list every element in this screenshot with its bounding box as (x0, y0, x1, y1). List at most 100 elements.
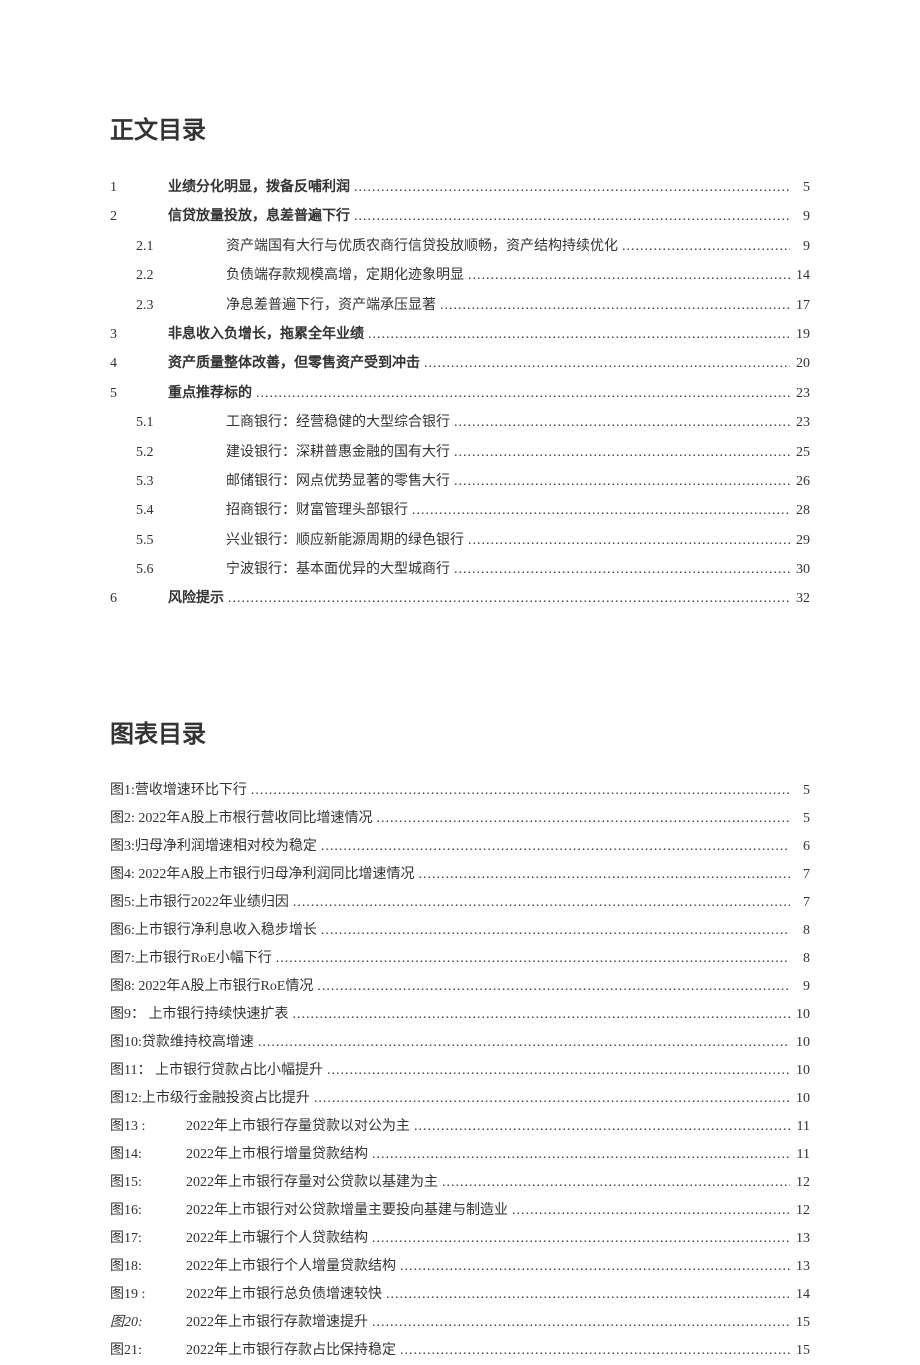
toc-entry: 5.6宁波银行：基本面优异的大型城商行.....................… (110, 555, 810, 584)
toc-leader-dots: ........................................… (464, 526, 790, 555)
toc-page-number: 23 (790, 408, 810, 437)
figure-leader-dots: ........................................… (396, 1253, 790, 1281)
figure-leader-dots: ........................................… (368, 1141, 790, 1169)
toc-number: 2.1 (110, 232, 168, 261)
toc-number: 5.1 (110, 408, 168, 437)
figure-entry: 图6:上市银行净利息收入稳步增长........................… (110, 917, 810, 945)
figure-number: 图17: (110, 1225, 172, 1253)
figure-page-number: 11 (790, 1141, 810, 1169)
toc-page-number: 9 (790, 202, 810, 231)
figure-leader-dots: ........................................… (415, 861, 791, 889)
toc-title: 建设银行：深耕普惠金融的国有大行 (226, 438, 450, 467)
figure-number: 图21: (110, 1337, 172, 1365)
toc-number: 5.2 (110, 438, 168, 467)
toc-page-number: 20 (790, 349, 810, 378)
figure-entry: 图9： 上市银行持续快速扩表..........................… (110, 1001, 810, 1029)
figure-entry: 图10:贷款维持校高增速............................… (110, 1029, 810, 1057)
figure-entry: 图2: 2022年A股上市根行营收同比增速情况.................… (110, 805, 810, 833)
figure-leader-dots: ........................................… (310, 1085, 790, 1113)
toc-entry: 2.3净息差普遍下行，资产端承压显著......................… (110, 291, 810, 320)
figure-leader-dots: ........................................… (382, 1281, 790, 1309)
toc-number: 5.4 (110, 496, 168, 525)
figure-title: 图1:营收增速环比下行 (110, 777, 247, 805)
toc-leader-dots: ........................................… (408, 496, 790, 525)
figure-leader-dots: ........................................… (323, 1057, 790, 1085)
figure-leader-dots: ........................................… (373, 805, 791, 833)
figure-entry: 图14:2022年上市根行增量贷款结构.....................… (110, 1141, 810, 1169)
figure-leader-dots: ........................................… (410, 1113, 790, 1141)
figure-entry: 图17:2022年上市辗行个人贷款结构.....................… (110, 1225, 810, 1253)
figure-number: 图16: (110, 1197, 172, 1225)
toc-leader-dots: ........................................… (450, 408, 790, 437)
figure-number: 图14: (110, 1141, 172, 1169)
figure-page-number: 15 (790, 1309, 810, 1337)
figure-entry: 图4: 2022年A股上市银行归母净利润同比增速情况..............… (110, 861, 810, 889)
figure-leader-dots: ........................................… (289, 1001, 791, 1029)
toc-title: 业绩分化明显，拨备反哺利润 (168, 173, 350, 202)
toc-title: 工商银行：经营稳健的大型综合银行 (226, 408, 450, 437)
figure-title: 图10:贷款维持校高增速 (110, 1029, 254, 1057)
figure-entry: 图3:归母净利润增速相对校为稳定........................… (110, 833, 810, 861)
figure-page-number: 15 (790, 1337, 810, 1365)
toc-page-number: 9 (790, 232, 810, 261)
figure-entry: 图15:2022年上市银行存量对公贷款以基建为主................… (110, 1169, 810, 1197)
figure-page-number: 11 (790, 1113, 810, 1141)
figure-title: 2022年上市银行个人增量贷款结构 (186, 1253, 396, 1281)
toc-leader-dots: ........................................… (252, 379, 790, 408)
toc-entry: 4资产质量整体改善，但零售资产受到冲击.....................… (110, 349, 810, 378)
figure-title: 2022年上市辗行个人贷款结构 (186, 1225, 368, 1253)
figure-page-number: 7 (790, 889, 810, 917)
toc-leader-dots: ........................................… (450, 555, 790, 584)
figure-title: 图7:上市银行RoE小幅下行 (110, 945, 272, 973)
toc-number: 2.2 (110, 261, 168, 290)
toc-leader-dots: ........................................… (618, 232, 790, 261)
figure-page-number: 5 (790, 777, 810, 805)
toc-title: 兴业银行：顺应新能源周期的绿色银行 (226, 526, 464, 555)
toc-number: 4 (110, 349, 168, 378)
toc-title: 资产端国有大行与优质农商行信贷投放顺畅，资产结构持续优化 (226, 232, 618, 261)
toc-entry: 2.2负债端存款规模高增，定期化迹象明显....................… (110, 261, 810, 290)
toc-page-number: 29 (790, 526, 810, 555)
figure-entry: 图8: 2022年A股上市银行RoE情况....................… (110, 973, 810, 1001)
toc-page-number: 28 (790, 496, 810, 525)
toc-title: 负债端存款规模高增，定期化迹象明显 (226, 261, 464, 290)
toc-page-number: 32 (790, 584, 810, 613)
toc-number: 6 (110, 584, 168, 613)
figure-entry: 图19 : 2022年上市银行总负债增速较快...................… (110, 1281, 810, 1309)
toc-entry: 5重点推荐标的.................................… (110, 379, 810, 408)
toc-number: 5.6 (110, 555, 168, 584)
figure-entry: 图13 :2022年上市银行存量贷款以对公为主.................… (110, 1113, 810, 1141)
toc-number: 5.5 (110, 526, 168, 555)
toc-page-number: 5 (790, 173, 810, 202)
toc-number: 3 (110, 320, 168, 349)
toc-number: 2.3 (110, 291, 168, 320)
toc-leader-dots: ........................................… (350, 202, 790, 231)
figure-entry: 图7:上市银行RoE小幅下行..........................… (110, 945, 810, 973)
toc-number: 2 (110, 202, 168, 231)
toc-number: 5 (110, 379, 168, 408)
figure-number: 图19 : (110, 1281, 172, 1309)
toc-page-number: 17 (790, 291, 810, 320)
figure-entry: 图16:2022年上市银行对公贷款增量主要投向基建与制造业...........… (110, 1197, 810, 1225)
figure-title: 2022年上市银行总负债增速较快 (186, 1281, 382, 1309)
toc-title: 资产质量整体改善，但零售资产受到冲击 (168, 349, 420, 378)
toc-page-number: 14 (790, 261, 810, 290)
figure-leader-dots: ........................................… (254, 1029, 790, 1057)
toc-leader-dots: ........................................… (350, 173, 790, 202)
toc-page-number: 23 (790, 379, 810, 408)
figure-title: 2022年上市银行存款占比保持稳定 (186, 1337, 396, 1365)
figures-heading: 图表目录 (110, 714, 810, 749)
toc-title: 信贷放量投放，息差普遍下行 (168, 202, 350, 231)
figure-entry: 图1:营收增速环比下行.............................… (110, 777, 810, 805)
figure-page-number: 10 (790, 1057, 810, 1085)
figure-page-number: 8 (790, 917, 810, 945)
figure-leader-dots: ........................................… (317, 833, 790, 861)
contents-heading: 正文目录 (110, 110, 810, 145)
figure-page-number: 12 (790, 1197, 810, 1225)
toc-entry: 6风险提示...................................… (110, 584, 810, 613)
toc-page-number: 26 (790, 467, 810, 496)
toc-entry: 3非息收入负增长，拖累全年业绩.........................… (110, 320, 810, 349)
toc-number: 1 (110, 173, 168, 202)
figure-title: 2022年上市银行存量贷款以对公为主 (186, 1113, 410, 1141)
figure-title: 图3:归母净利润增速相对校为稳定 (110, 833, 317, 861)
